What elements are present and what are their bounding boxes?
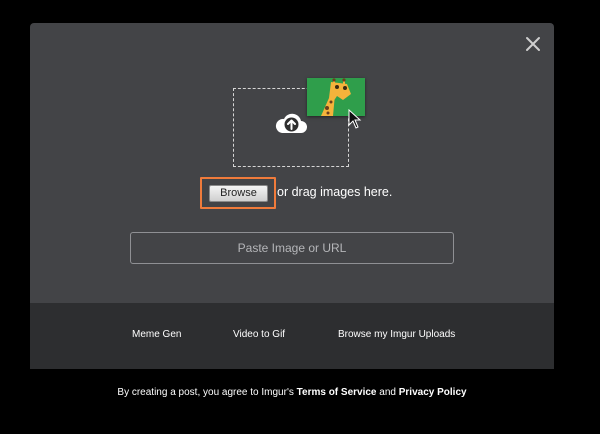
- terms-notice: By creating a post, you agree to Imgur's…: [0, 387, 584, 398]
- browse-button[interactable]: Browse: [209, 185, 268, 202]
- cloud-upload-icon: [274, 111, 308, 135]
- mouse-pointer-icon: [348, 108, 362, 129]
- terms-prefix: By creating a post, you agree to Imgur's: [117, 387, 297, 398]
- browse-highlight: Browse: [200, 177, 276, 209]
- meme-gen-link[interactable]: Meme Gen: [132, 329, 181, 340]
- privacy-policy-link[interactable]: Privacy Policy: [399, 387, 467, 398]
- terms-of-service-link[interactable]: Terms of Service: [297, 387, 377, 398]
- terms-conjunction: and: [376, 387, 399, 398]
- video-to-gif-link[interactable]: Video to Gif: [233, 329, 285, 340]
- drag-instruction: or drag images here.: [277, 185, 393, 199]
- modal-footer: Meme Gen Video to Gif Browse my Imgur Up…: [30, 303, 554, 369]
- close-icon[interactable]: [524, 35, 542, 53]
- paste-url-input[interactable]: [130, 232, 454, 264]
- browse-uploads-link[interactable]: Browse my Imgur Uploads: [338, 329, 455, 340]
